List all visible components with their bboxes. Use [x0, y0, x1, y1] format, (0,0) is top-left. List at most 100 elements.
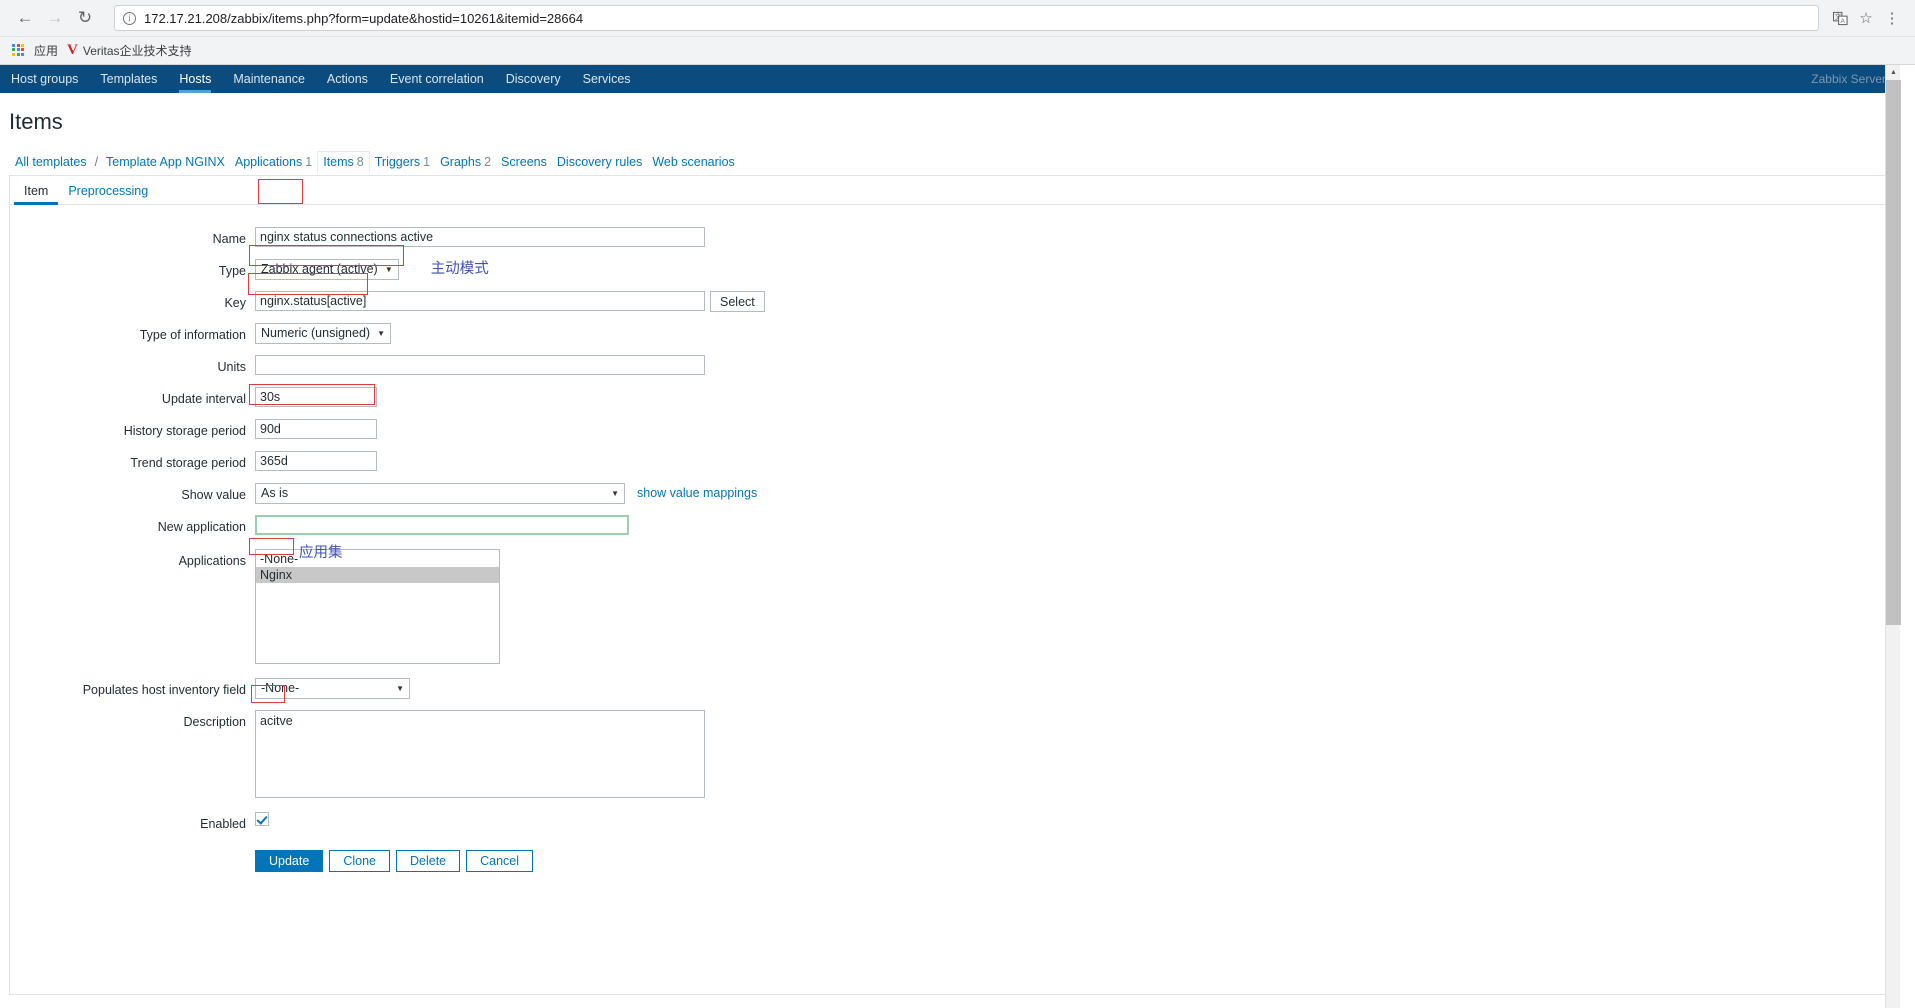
field-row-actions: Update Clone Delete Cancel: [10, 850, 1890, 872]
bookmark-veritas[interactable]: V Veritas企业技术支持: [65, 40, 199, 61]
nav-item-actions[interactable]: Actions: [316, 65, 379, 93]
list-item[interactable]: -None-: [256, 551, 499, 567]
back-arrow-icon[interactable]: ←: [10, 3, 40, 33]
nav-item-host-groups-label: Host groups: [11, 72, 79, 86]
nav-item-event-correlation-label: Event correlation: [389, 72, 484, 86]
field-row-description: Description acitve: [10, 710, 1890, 798]
nav-item-hosts-label: Hosts: [179, 72, 212, 86]
nav-item-discovery[interactable]: Discovery: [495, 65, 572, 93]
bookmarks-bar: 应用 V Veritas企业技术支持: [0, 36, 1915, 64]
field-row-units: Units: [10, 355, 1890, 377]
units-input[interactable]: [255, 355, 705, 375]
item-form-container: Item Preprocessing Name Type: [9, 175, 1891, 995]
zabbix-page: Host groups Templates Hosts Maintenance …: [0, 65, 1901, 1008]
bookmark-apps[interactable]: 应用: [8, 40, 65, 61]
label-enabled: Enabled: [200, 817, 246, 831]
label-units: Units: [217, 360, 246, 374]
show-value-select-value: As is: [261, 486, 289, 500]
tab-preprocessing[interactable]: Preprocessing: [58, 178, 158, 204]
browser-chrome: ← → ↻ i 172.17.21.208/zabbix/items.php?f…: [0, 0, 1915, 65]
field-row-new-application: New application: [10, 515, 1890, 537]
scrollbar-thumb[interactable]: [1886, 80, 1901, 625]
tab-preprocessing-label: Preprocessing: [68, 184, 149, 198]
populates-host-inventory-field-select[interactable]: -None-: [255, 678, 410, 699]
breadcrumb-tab-graphs-label: Graphs: [440, 155, 482, 169]
type-of-information-select[interactable]: Numeric (unsigned): [255, 323, 392, 344]
bookmark-apps-label: 应用: [34, 44, 59, 58]
description-textarea[interactable]: acitve: [255, 710, 705, 798]
label-update-interval: Update interval: [161, 392, 246, 406]
breadcrumb-tab-triggers[interactable]: Triggers 1: [370, 152, 435, 172]
breadcrumb-tab-items-count: 8: [356, 155, 364, 169]
url-text: 172.17.21.208/zabbix/items.php?form=upda…: [144, 10, 584, 26]
type-of-information-value: Numeric (unsigned): [261, 326, 371, 340]
breadcrumb-tab-items[interactable]: Items 8: [317, 151, 370, 173]
bookmark-star-icon[interactable]: ☆: [1853, 5, 1879, 31]
nav-item-host-groups[interactable]: Host groups: [0, 65, 89, 93]
page-viewport: Host groups Templates Hosts Maintenance …: [0, 65, 1915, 1008]
new-application-input[interactable]: [255, 515, 629, 535]
scrollbar-up-arrow-icon[interactable]: ▲: [1886, 65, 1901, 80]
field-row-update-interval: Update interval: [10, 387, 1890, 409]
breadcrumb-tab-discovery-rules-label: Discovery rules: [556, 155, 643, 169]
breadcrumb-tab-discovery-rules[interactable]: Discovery rules: [552, 152, 647, 172]
key-input[interactable]: [255, 291, 705, 311]
breadcrumb-all-templates[interactable]: All templates: [10, 152, 92, 172]
enabled-checkbox[interactable]: [255, 812, 269, 826]
forward-arrow-icon[interactable]: →: [40, 3, 70, 33]
clone-button[interactable]: Clone: [329, 850, 390, 872]
field-row-applications: Applications -None- Nginx: [10, 549, 1890, 664]
item-form-tabs: Item Preprocessing: [10, 176, 1890, 205]
delete-button[interactable]: Delete: [395, 850, 461, 872]
apps-grid-icon: [12, 43, 28, 58]
three-dot-menu-icon[interactable]: ⋮: [1879, 5, 1905, 31]
nav-item-event-correlation[interactable]: Event correlation: [379, 65, 495, 93]
bookmark-veritas-label: Veritas企业技术支持: [82, 44, 192, 58]
history-storage-period-input[interactable]: [255, 419, 377, 439]
update-button[interactable]: Update: [255, 850, 324, 872]
show-value-mappings-link[interactable]: show value mappings: [637, 483, 757, 504]
breadcrumb-tab-graphs[interactable]: Graphs 2: [435, 152, 496, 172]
breadcrumb-tab-triggers-count: 1: [423, 155, 431, 169]
type-select[interactable]: Zabbix agent (active): [255, 259, 399, 280]
tab-item[interactable]: Item: [14, 178, 59, 205]
label-trend-storage-period: Trend storage period: [130, 456, 246, 470]
breadcrumb-tab-applications[interactable]: Applications 1: [230, 152, 317, 172]
reload-icon[interactable]: ↻: [70, 3, 100, 33]
cancel-button[interactable]: Cancel: [466, 850, 534, 872]
field-row-enabled: Enabled: [10, 812, 1890, 834]
item-form-body: Name Type Zabbix agent (active) 主动模式: [10, 205, 1890, 872]
select-key-button[interactable]: Select: [710, 291, 765, 312]
breadcrumb-template-name[interactable]: Template App NGINX: [101, 152, 230, 172]
breadcrumb-tab-triggers-label: Triggers: [374, 155, 421, 169]
site-info-icon[interactable]: i: [123, 11, 136, 25]
trend-storage-period-input[interactable]: [255, 451, 377, 471]
svg-text:A: A: [1840, 17, 1845, 24]
label-name: Name: [212, 232, 246, 246]
update-interval-input[interactable]: [255, 387, 377, 407]
populates-host-inventory-field-value: -None-: [261, 681, 300, 695]
page-scrollbar[interactable]: ▲: [1885, 65, 1901, 1008]
breadcrumb-tab-applications-count: 1: [305, 155, 313, 169]
name-input[interactable]: [255, 227, 705, 247]
field-row-history-storage-period: History storage period: [10, 419, 1890, 441]
address-bar[interactable]: i 172.17.21.208/zabbix/items.php?form=up…: [114, 5, 1819, 31]
nav-item-actions-label: Actions: [326, 72, 368, 86]
breadcrumb-tab-screens[interactable]: Screens: [496, 152, 552, 172]
breadcrumb-tab-screens-label: Screens: [501, 155, 547, 169]
label-new-application: New application: [157, 520, 246, 534]
breadcrumb-tab-web-scenarios[interactable]: Web scenarios: [647, 152, 739, 172]
applications-listbox[interactable]: -None- Nginx: [255, 549, 500, 664]
nav-item-hosts[interactable]: Hosts: [168, 65, 222, 93]
label-applications: Applications: [178, 554, 246, 568]
nav-item-maintenance[interactable]: Maintenance: [222, 65, 316, 93]
label-key: Key: [224, 296, 246, 310]
annotation-type-note: 主动模式: [430, 261, 489, 277]
nav-item-services[interactable]: Services: [572, 65, 642, 93]
list-item[interactable]: Nginx: [256, 567, 499, 583]
nav-item-templates[interactable]: Templates: [89, 65, 168, 93]
label-type: Type: [218, 264, 246, 278]
show-value-select[interactable]: As is: [255, 483, 625, 504]
translate-icon[interactable]: 文 A: [1827, 5, 1853, 31]
